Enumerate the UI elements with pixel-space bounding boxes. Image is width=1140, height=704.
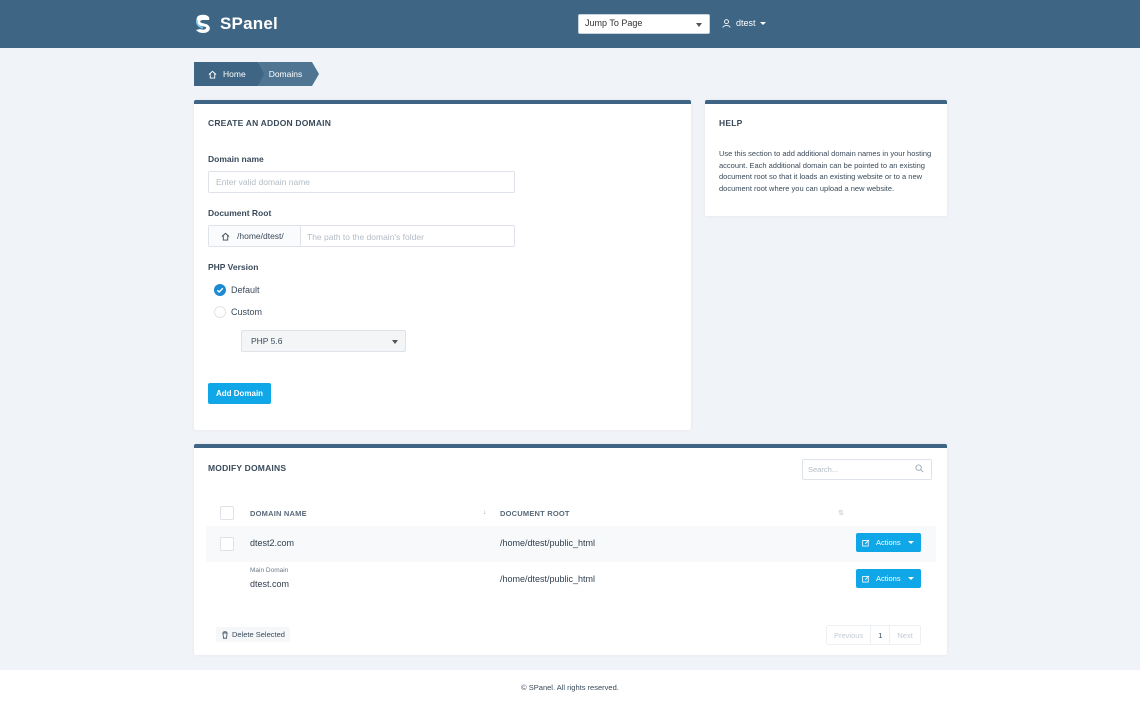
table-row: Main Domain dtest.com /home/dtest/public… <box>206 562 936 598</box>
jump-to-page-label: Jump To Page <box>585 18 643 28</box>
home-icon <box>221 232 230 241</box>
modify-card-title: MODIFY DOMAINS <box>208 463 287 473</box>
php-radio-default[interactable]: Default <box>214 284 260 296</box>
create-card-title: CREATE AN ADDON DOMAIN <box>208 118 332 128</box>
breadcrumb-domains[interactable]: Domains <box>257 62 313 86</box>
edit-icon <box>862 539 870 546</box>
help-card: HELP Use this section to add additional … <box>705 100 947 216</box>
search-icon <box>915 464 924 473</box>
domain-name-cell: dtest2.com <box>250 538 295 548</box>
search-input[interactable]: Search... <box>802 459 932 480</box>
document-root-prefix: /home/dtest/ <box>209 226 301 246</box>
user-icon <box>722 18 731 28</box>
sort-desc-icon[interactable]: ↓ <box>483 509 487 516</box>
php-radio-custom-label: Custom <box>231 307 263 317</box>
home-icon <box>208 70 217 79</box>
radio-checked-icon <box>214 284 226 296</box>
actions-dropdown-button[interactable]: Actions <box>856 569 921 588</box>
brand-name: SPanel <box>220 14 278 33</box>
breadcrumb-separator <box>257 62 264 86</box>
pagination: Previous 1 Next <box>826 625 921 645</box>
breadcrumb-home[interactable]: Home <box>194 62 258 86</box>
search-placeholder: Search... <box>808 465 839 474</box>
edit-icon <box>862 575 870 582</box>
spanel-logo-icon <box>196 14 210 33</box>
actions-dropdown-button[interactable]: Actions <box>856 533 921 552</box>
add-domain-button[interactable]: Add Domain <box>208 383 271 404</box>
delete-selected-button[interactable]: Delete Selected <box>216 627 290 642</box>
caret-down-icon <box>908 577 914 580</box>
table-header: DOMAIN NAME ↓ DOCUMENT ROOT ⇅ <box>206 502 936 524</box>
select-all-checkbox[interactable] <box>220 506 234 520</box>
php-radio-custom[interactable]: Custom <box>214 306 262 318</box>
chevron-down-icon <box>392 340 398 344</box>
top-navbar: SPanel Jump To Page dtest <box>0 0 1140 48</box>
document-root-input[interactable]: The path to the domain's folder <box>301 226 430 246</box>
pagination-next[interactable]: Next <box>890 626 919 644</box>
delete-selected-label: Delete Selected <box>232 630 285 639</box>
document-root-field: /home/dtest/ The path to the domain's fo… <box>208 225 515 247</box>
domain-name-cell: dtest.com <box>250 579 290 589</box>
breadcrumb-current-label: Domains <box>268 69 303 79</box>
php-radio-default-label: Default <box>231 285 260 295</box>
php-version-select[interactable]: PHP 5.6 <box>241 330 406 352</box>
breadcrumb-end-arrow <box>312 62 320 86</box>
column-header-domain-name[interactable]: DOMAIN NAME <box>250 509 307 518</box>
caret-down-icon <box>759 21 766 25</box>
document-root-label: Document Root <box>208 208 272 218</box>
radio-unchecked-icon <box>214 306 226 318</box>
chevron-down-icon <box>696 23 702 27</box>
jump-to-page-select[interactable]: Jump To Page <box>578 14 710 34</box>
user-menu[interactable]: dtest <box>722 18 766 28</box>
help-title: HELP <box>719 118 743 128</box>
caret-down-icon <box>908 541 914 544</box>
column-header-document-root[interactable]: DOCUMENT ROOT <box>500 509 570 518</box>
php-version-value: PHP 5.6 <box>251 336 283 346</box>
table-row: dtest2.com /home/dtest/public_html Actio… <box>206 526 936 562</box>
footer-text: © SPanel. All rights reserved. <box>521 683 619 692</box>
create-addon-domain-card: CREATE AN ADDON DOMAIN Domain name Enter… <box>194 100 691 430</box>
breadcrumb: Home Domains <box>194 62 320 86</box>
help-text: Use this section to add additional domai… <box>719 149 932 193</box>
document-root-cell: /home/dtest/public_html <box>500 574 596 584</box>
modify-domains-card: MODIFY DOMAINS Search... DOMAIN NAME ↓ D… <box>194 444 947 655</box>
domain-name-input[interactable]: Enter valid domain name <box>208 171 515 193</box>
pagination-page[interactable]: 1 <box>870 626 891 644</box>
sort-icon[interactable]: ⇅ <box>838 509 844 517</box>
php-version-label: PHP Version <box>208 262 259 272</box>
domain-name-label: Domain name <box>208 154 264 164</box>
footer: © SPanel. All rights reserved. <box>0 670 1140 704</box>
trash-icon <box>222 630 228 639</box>
document-root-prefix-text: /home/dtest/ <box>237 231 284 241</box>
document-root-cell: /home/dtest/public_html <box>500 538 596 548</box>
actions-label: Actions <box>876 538 901 547</box>
breadcrumb-home-label: Home <box>223 69 246 79</box>
main-domain-label: Main Domain <box>250 567 289 574</box>
pagination-previous[interactable]: Previous <box>827 626 870 644</box>
username: dtest <box>736 18 756 28</box>
logo[interactable]: SPanel <box>194 13 278 35</box>
row-checkbox[interactable] <box>220 537 234 551</box>
actions-label: Actions <box>876 574 901 583</box>
